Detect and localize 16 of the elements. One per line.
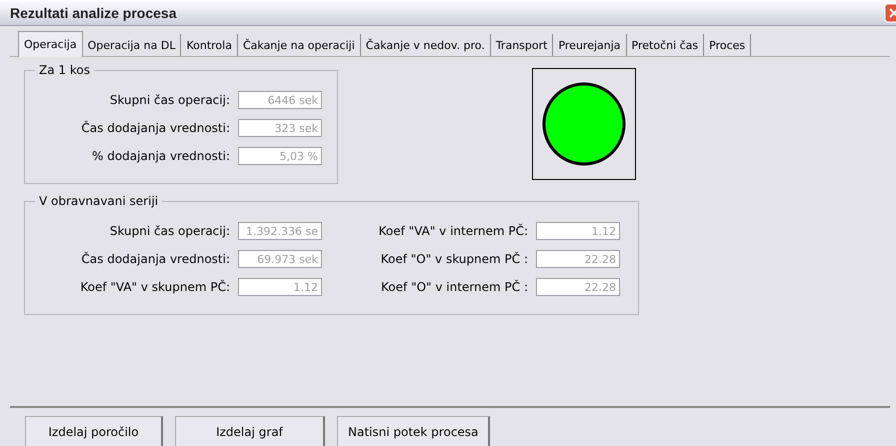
field-label: Koef "O" v skupnem PČ : <box>380 252 528 266</box>
group-title: V obravnavani seriji <box>38 194 160 208</box>
field-label: Skupni čas operacij: <box>110 93 230 107</box>
field-label: Čas dodajanja vrednosti: <box>81 121 230 135</box>
action-button[interactable]: Natisni potek procesa <box>337 416 490 446</box>
field-label: Koef "VA" v internem PČ: <box>378 224 528 238</box>
action-button[interactable]: Izdelaj poročilo <box>25 416 163 446</box>
field-label: Čas dodajanja vrednosti: <box>81 252 230 266</box>
field-label: % dodajanja vrednosti: <box>92 149 230 163</box>
tab[interactable]: Operacija <box>18 31 83 57</box>
window-title: Rezultati analize procesa <box>10 4 177 20</box>
field-label: Skupni čas operacij: <box>110 224 230 238</box>
field-label: Koef "O" v internem PČ : <box>381 280 528 294</box>
group-title: Za 1 kos <box>38 63 91 77</box>
action-button[interactable]: Izdelaj graf <box>175 416 325 446</box>
field-label: Koef "VA" v skupnem PČ: <box>80 280 230 294</box>
